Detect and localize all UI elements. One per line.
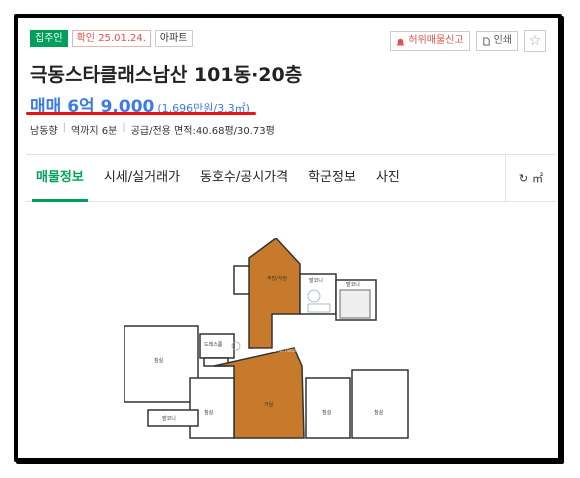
room-label-utility: 발코니 <box>162 415 176 422</box>
confirm-date-badge: 확인 25.01.24. <box>71 30 151 47</box>
owner-badge: 집주인 <box>30 30 68 47</box>
room-label-right1: 침실 <box>322 409 332 416</box>
tab-photos[interactable]: 사진 <box>366 155 410 201</box>
room-label-dress: 드레스룸 <box>204 341 223 348</box>
room-label-mid: 침실 <box>204 409 214 416</box>
watermark-logo: HN <box>272 327 296 346</box>
room-label-kitchen: 주방/식당 <box>267 275 287 282</box>
document-icon <box>482 36 490 46</box>
room-left <box>124 325 199 403</box>
direction: 남동향 <box>30 126 58 137</box>
listing-panel: 집주인 확인 25.01.24. 아파트 허위매물신고 인쇄 ☆ 극동스타클래스… <box>26 26 556 454</box>
print-label: 인쇄 <box>493 35 512 46</box>
siren-icon <box>397 38 405 46</box>
floorplan-image: 침실 주방/식당 발코니 발코니 드레스룸 거실 침실 침실 침실 발코니 HN… <box>124 238 409 439</box>
listing-title: 극동스타클래스남산 101동·20층 <box>30 64 303 86</box>
room-label-balcony: 발코니 <box>309 277 323 284</box>
refresh-icon: ↻ <box>518 171 529 185</box>
divider: | <box>62 122 66 133</box>
spec-row: 남동향 | 역까지 6분 | 공급/전용 면적:40.68평/30.73평 <box>30 122 275 137</box>
red-underline-annotation <box>26 112 256 115</box>
room-label-right2: 침실 <box>374 409 384 416</box>
area-info: 공급/전용 면적:40.68평/30.73평 <box>130 126 275 137</box>
watermark-sub: BUSINESS NETWORK <box>254 348 302 354</box>
report-button[interactable]: 허위매물신고 <box>390 31 470 51</box>
room-label-left: 침실 <box>154 357 164 364</box>
tab-market-price[interactable]: 시세/실거래가 <box>94 155 190 201</box>
badge-row: 집주인 확인 25.01.24. 아파트 <box>30 30 193 47</box>
station-distance: 역까지 6분 <box>70 126 118 137</box>
tab-listing-info[interactable]: 매물정보 <box>26 155 94 202</box>
print-button[interactable]: 인쇄 <box>475 31 518 51</box>
toolbar: 허위매물신고 인쇄 ☆ <box>390 30 546 52</box>
report-label: 허위매물신고 <box>408 35 464 46</box>
room-label-laundry: 발코니 <box>346 281 360 288</box>
tab-bar: 매물정보 시세/실거래가 동호수/공시가격 학군정보 사진 ↻ ㎡ <box>26 154 556 202</box>
tab-unit-price[interactable]: 동호수/공시가격 <box>190 155 298 201</box>
room-label-living: 거실 <box>264 401 274 408</box>
favorite-star-icon[interactable]: ☆ <box>524 30 546 52</box>
property-type-badge: 아파트 <box>154 30 193 47</box>
unit-toggle-button[interactable]: ↻ ㎡ <box>505 155 556 201</box>
tab-school[interactable]: 학군정보 <box>298 155 366 201</box>
divider: | <box>122 122 126 133</box>
unit-label: ㎡ <box>532 172 544 185</box>
